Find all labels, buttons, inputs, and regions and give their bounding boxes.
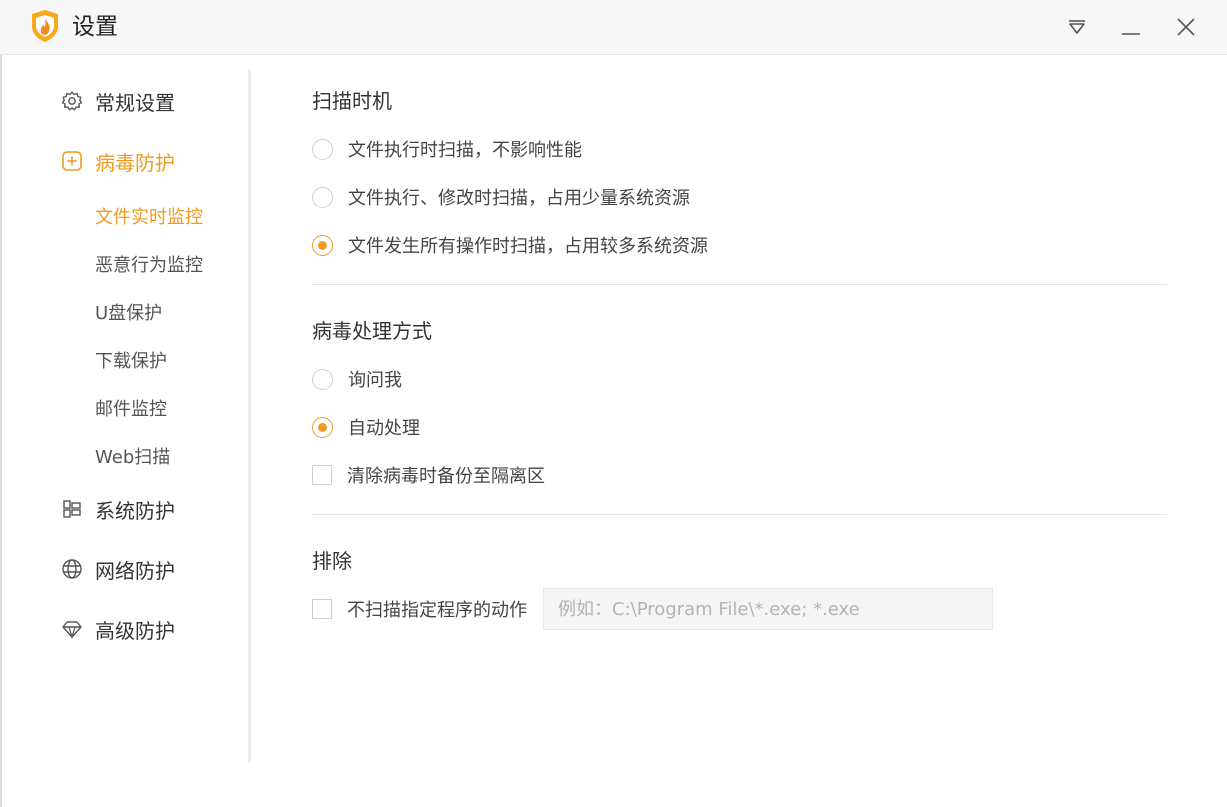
radio-button[interactable] <box>312 138 333 160</box>
section-divider <box>312 284 1167 285</box>
radio-ask-me[interactable]: 询问我 <box>312 364 402 394</box>
sidebar-item-label: 高级防护 <box>95 618 175 643</box>
radio-button[interactable] <box>312 368 333 390</box>
subitem-file-realtime-monitor[interactable]: 文件实时监控 <box>95 202 203 230</box>
sidebar-item-network-protection[interactable]: 网络防护 <box>60 551 175 587</box>
sidebar-item-label: 系统防护 <box>95 498 175 523</box>
radio-button-checked[interactable] <box>312 416 333 438</box>
close-icon[interactable] <box>1171 12 1201 42</box>
sidebar: 常规设置 病毒防护 文件实时监控 恶意行为监控 U盘保护 下载保护 邮件监控 W… <box>2 56 250 807</box>
checkbox-backup-to-quarantine[interactable]: 清除病毒时备份至隔离区 <box>312 460 545 490</box>
section-title-exclusion: 排除 <box>312 549 352 573</box>
minimize-icon[interactable] <box>1116 12 1146 42</box>
option-label: 文件发生所有操作时扫描，占用较多系统资源 <box>348 236 708 257</box>
exclusion-path-input[interactable] <box>543 588 993 630</box>
settings-window: 设置 常规设置 病毒防护 文件实时监控 恶意行为监控 U盘保护 下载保护 邮件监… <box>0 0 1227 807</box>
fire-shield-logo-icon <box>30 9 60 43</box>
checkbox-exclude-programs[interactable]: 不扫描指定程序的动作 <box>312 594 527 624</box>
radio-button-checked[interactable] <box>312 234 333 256</box>
sidebar-item-label: 常规设置 <box>95 90 175 115</box>
section-divider <box>312 514 1167 515</box>
option-label: 文件执行、修改时扫描，占用少量系统资源 <box>348 188 690 209</box>
radio-button[interactable] <box>312 186 333 208</box>
subitem-usb-protection[interactable]: U盘保护 <box>95 298 162 326</box>
sidebar-item-advanced-protection[interactable]: 高级防护 <box>60 611 175 647</box>
option-label: 清除病毒时备份至隔离区 <box>347 466 545 487</box>
option-label: 自动处理 <box>348 418 420 439</box>
radio-scan-on-execute[interactable]: 文件执行时扫描，不影响性能 <box>312 134 582 164</box>
subitem-web-scan[interactable]: Web扫描 <box>95 442 170 470</box>
section-title-scan-timing: 扫描时机 <box>312 89 392 113</box>
option-label: 文件执行时扫描，不影响性能 <box>348 140 582 161</box>
window-title: 设置 <box>72 14 118 40</box>
settings-content: 扫描时机 文件执行时扫描，不影响性能 文件执行、修改时扫描，占用少量系统资源 文… <box>251 56 1227 807</box>
plus-box-icon <box>60 149 84 173</box>
radio-scan-on-execute-modify[interactable]: 文件执行、修改时扫描，占用少量系统资源 <box>312 182 690 212</box>
gear-icon <box>60 89 84 113</box>
subitem-mail-monitor[interactable]: 邮件监控 <box>95 394 167 422</box>
blocks-icon <box>60 497 84 521</box>
subitem-malicious-behavior-monitor[interactable]: 恶意行为监控 <box>95 250 203 278</box>
title-bar: 设置 <box>0 0 1227 55</box>
section-title-virus-handling: 病毒处理方式 <box>312 319 432 343</box>
diamond-icon <box>60 617 84 641</box>
dropdown-menu-icon[interactable] <box>1062 12 1092 42</box>
globe-icon <box>60 557 84 581</box>
sidebar-item-virus-protection[interactable]: 病毒防护 <box>60 143 175 179</box>
option-label: 询问我 <box>348 370 402 391</box>
radio-auto-handle[interactable]: 自动处理 <box>312 412 420 442</box>
radio-scan-on-all-operations[interactable]: 文件发生所有操作时扫描，占用较多系统资源 <box>312 230 708 260</box>
subitem-download-protection[interactable]: 下载保护 <box>95 346 167 374</box>
sidebar-item-label: 病毒防护 <box>95 150 175 175</box>
sidebar-item-general[interactable]: 常规设置 <box>60 83 175 119</box>
option-label: 不扫描指定程序的动作 <box>347 600 527 621</box>
checkbox[interactable] <box>312 599 332 619</box>
checkbox[interactable] <box>312 465 332 485</box>
sidebar-item-label: 网络防护 <box>95 558 175 583</box>
sidebar-item-system-protection[interactable]: 系统防护 <box>60 491 175 527</box>
